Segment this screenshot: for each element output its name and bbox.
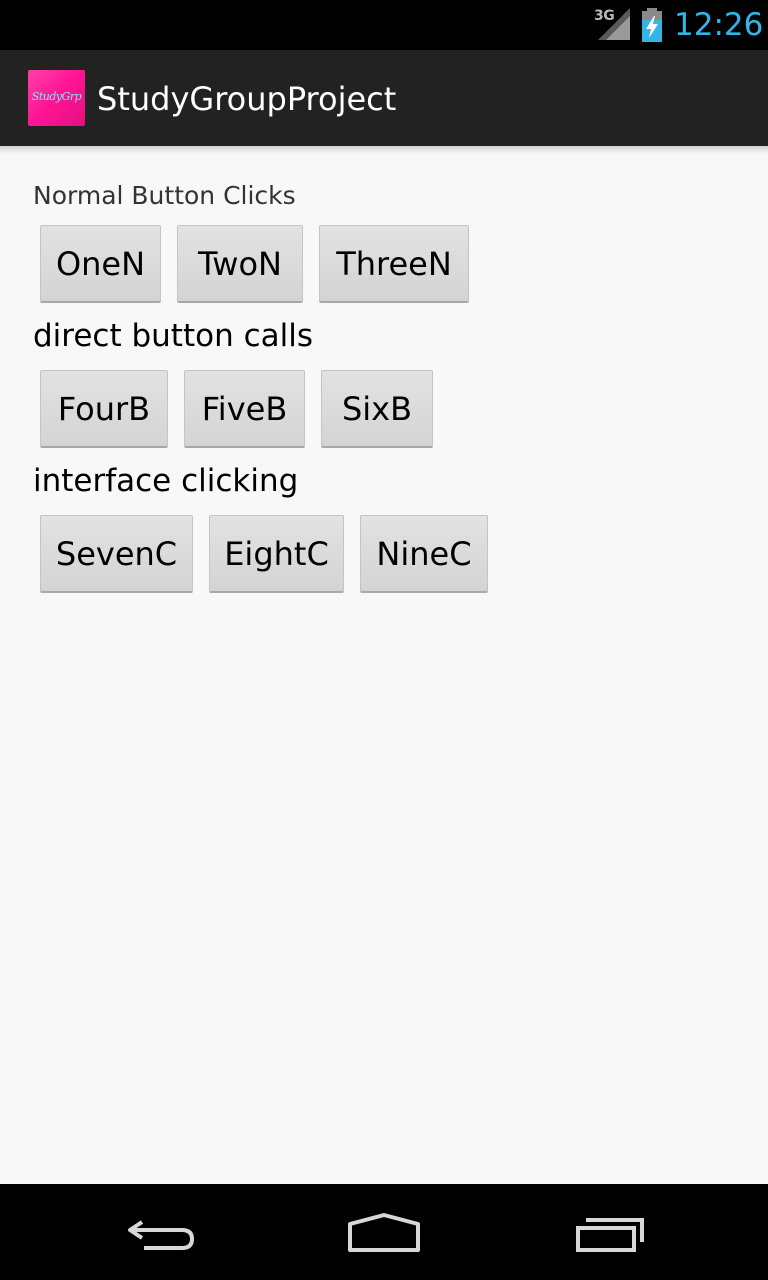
battery-charging-icon — [640, 8, 664, 42]
status-bar: 3G 12:26 — [0, 0, 768, 50]
app-title: StudyGroupProject — [97, 80, 397, 118]
section-label-interface-clicking: interface clicking — [33, 463, 299, 499]
back-button[interactable] — [80, 1184, 240, 1280]
action-bar: StudyGrp StudyGroupProject — [0, 50, 768, 146]
button-six-b[interactable]: SixB — [321, 370, 433, 448]
button-seven-c[interactable]: SevenC — [40, 515, 193, 593]
section-label-normal-button-clicks: Normal Button Clicks — [33, 181, 296, 210]
back-icon — [128, 1220, 195, 1250]
recent-apps-icon — [576, 1218, 644, 1252]
network-type-label: 3G — [594, 8, 615, 24]
button-four-b[interactable]: FourB — [40, 370, 168, 448]
section-label-direct-button-calls: direct button calls — [33, 318, 313, 354]
app-icon-text: StudyGrp — [31, 90, 82, 103]
button-two-n[interactable]: TwoN — [177, 225, 303, 303]
button-eight-c[interactable]: EightC — [209, 515, 344, 593]
home-icon — [348, 1213, 420, 1252]
home-button[interactable] — [304, 1184, 464, 1280]
button-three-n[interactable]: ThreeN — [319, 225, 469, 303]
button-nine-c[interactable]: NineC — [360, 515, 488, 593]
button-one-n[interactable]: OneN — [40, 225, 161, 303]
recent-apps-button[interactable] — [530, 1184, 690, 1280]
button-five-b[interactable]: FiveB — [184, 370, 305, 448]
navigation-bar — [0, 1184, 768, 1280]
action-bar-shadow — [0, 146, 768, 154]
status-clock: 12:26 — [674, 7, 764, 43]
app-icon[interactable]: StudyGrp — [28, 70, 85, 126]
signal-icon: 3G — [592, 6, 632, 42]
